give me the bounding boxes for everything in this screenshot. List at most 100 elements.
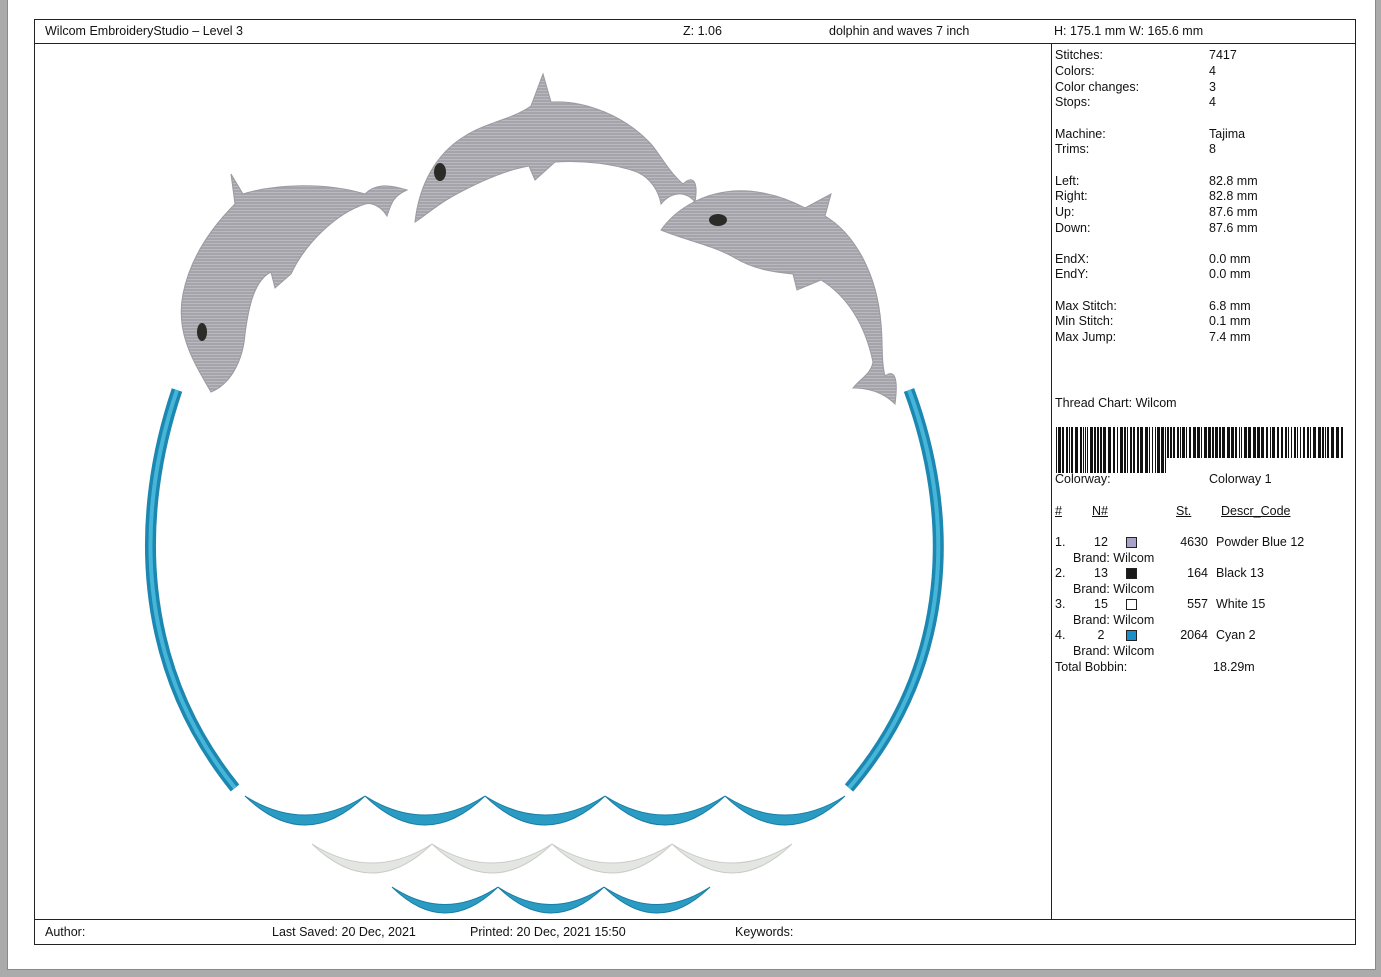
- printed-date: Printed: 20 Dec, 2021 15:50: [470, 925, 626, 939]
- thread-row: 2. 13 164 Black 13: [1055, 566, 1355, 582]
- total-bobbin-value: 18.29m: [1213, 660, 1255, 674]
- sheet-header: Wilcom EmbroideryStudio – Level 3 Z: 1.0…: [35, 20, 1355, 44]
- stat-value: 87.6 mm: [1209, 221, 1258, 235]
- col-header-n: N#: [1092, 504, 1108, 518]
- stat-label: Trims:: [1055, 142, 1090, 156]
- stat-row: Down: 87.6 mm: [1055, 221, 1355, 237]
- stat-label: Up:: [1055, 205, 1075, 219]
- stat-row: Right: 82.8 mm: [1055, 189, 1355, 205]
- stat-value: 7417: [1209, 48, 1237, 62]
- thread-stitches: 4630: [1180, 535, 1208, 549]
- design-name: dolphin and waves 7 inch: [829, 24, 970, 38]
- design-size: H: 175.1 mm W: 165.6 mm: [1054, 24, 1204, 38]
- stat-value: 0.1 mm: [1209, 314, 1251, 328]
- stat-row: Stitches: 7417: [1055, 48, 1355, 64]
- print-preview-page: Wilcom EmbroideryStudio – Level 3 Z: 1.0…: [7, 0, 1376, 970]
- stat-row: Max Jump: 7.4 mm: [1055, 330, 1355, 346]
- waves-top-row: [244, 795, 846, 826]
- thread-brand: Brand: Wilcom: [1073, 582, 1155, 596]
- stat-value: 82.8 mm: [1209, 174, 1258, 188]
- thread-color-swatch: [1126, 537, 1137, 548]
- stat-label: Down:: [1055, 221, 1091, 235]
- ring-left-arc: [144, 388, 240, 792]
- thread-stitches: 2064: [1180, 628, 1208, 642]
- embroidery-design: [144, 72, 944, 914]
- col-header-stitches: St.: [1176, 504, 1192, 518]
- thread-description: Cyan 2: [1216, 628, 1256, 642]
- author-label: Author:: [45, 925, 86, 939]
- total-bobbin-label: Total Bobbin:: [1055, 660, 1128, 674]
- stat-row: Min Stitch: 0.1 mm: [1055, 314, 1355, 330]
- thread-brand: Brand: Wilcom: [1073, 644, 1155, 658]
- keywords-label: Keywords:: [735, 925, 794, 939]
- stat-row: Machine: Tajima: [1055, 127, 1355, 143]
- thread-brand-row: Brand: Wilcom: [1055, 644, 1355, 660]
- thread-index: 3.: [1055, 597, 1066, 611]
- thread-chart-label: Thread Chart: Wilcom: [1055, 396, 1177, 410]
- stat-label: EndX:: [1055, 252, 1090, 266]
- thread-index: 2.: [1055, 566, 1066, 580]
- colorway-row: Colorway: Colorway 1: [1055, 472, 1355, 488]
- stat-value: 7.4 mm: [1209, 330, 1251, 344]
- thread-brand: Brand: Wilcom: [1073, 551, 1155, 565]
- thread-index: 1.: [1055, 535, 1066, 549]
- sheet-footer: Author: Last Saved: 20 Dec, 2021 Printed…: [35, 919, 1355, 944]
- waves-middle-row: [311, 843, 793, 874]
- thread-brand-row: Brand: Wilcom: [1055, 582, 1355, 598]
- stat-value: 4: [1209, 95, 1216, 109]
- last-saved: Last Saved: 20 Dec, 2021: [272, 925, 416, 939]
- stat-label: Stitches:: [1055, 48, 1103, 62]
- stat-row: Color changes: 3: [1055, 80, 1355, 96]
- stat-label: Max Stitch:: [1055, 299, 1117, 313]
- dolphin-middle: [414, 72, 697, 223]
- stat-row: EndY: 0.0 mm: [1055, 267, 1355, 283]
- stat-label: Color changes:: [1055, 80, 1140, 94]
- stat-label: Min Stitch:: [1055, 314, 1114, 328]
- thread-row: 1. 12 4630 Powder Blue 12: [1055, 535, 1355, 551]
- stat-label: Max Jump:: [1055, 330, 1117, 344]
- stat-row: Max Stitch: 6.8 mm: [1055, 299, 1355, 315]
- design-sheet-frame: Wilcom EmbroideryStudio – Level 3 Z: 1.0…: [34, 19, 1356, 945]
- thread-description: White 15: [1216, 597, 1266, 611]
- col-header-descr: Descr_Code: [1221, 504, 1291, 518]
- waves-bottom-row: [391, 886, 711, 914]
- ring-right-arc: [844, 388, 944, 792]
- thread-brand-row: Brand: Wilcom: [1055, 551, 1355, 567]
- thread-stitches: 164: [1187, 566, 1208, 580]
- thread-description: Powder Blue 12: [1216, 535, 1305, 549]
- stat-row: Trims: 8: [1055, 142, 1355, 158]
- stat-row: Colors: 4: [1055, 64, 1355, 80]
- stat-value: 4: [1209, 64, 1216, 78]
- total-bobbin-row: Total Bobbin: 18.29m: [1055, 660, 1355, 676]
- stat-value: 0.0 mm: [1209, 252, 1251, 266]
- stat-row: EndX: 0.0 mm: [1055, 252, 1355, 268]
- panel-divider: [1051, 44, 1052, 919]
- stat-value: Tajima: [1209, 127, 1246, 141]
- thread-number: 12: [1094, 535, 1108, 549]
- zoom-level: Z: 1.06: [683, 24, 722, 38]
- thread-color-swatch: [1126, 630, 1137, 641]
- dolphin-right-eye: [709, 214, 727, 226]
- design-canvas: [35, 44, 1051, 921]
- stat-value: 87.6 mm: [1209, 205, 1258, 219]
- stat-row: Up: 87.6 mm: [1055, 205, 1355, 221]
- thread-number: 15: [1094, 597, 1108, 611]
- stat-label: Colors:: [1055, 64, 1095, 78]
- stat-row: Left: 82.8 mm: [1055, 174, 1355, 190]
- colorway-label: Colorway:: [1055, 472, 1111, 486]
- stat-label: EndY:: [1055, 267, 1089, 281]
- design-info-panel: Stitches: 7417 Colors: 4 Color changes: 3 Stop…: [1055, 44, 1355, 921]
- thread-brand-row: Brand: Wilcom: [1055, 613, 1355, 629]
- dolphin-middle-eye: [434, 163, 446, 181]
- stat-value: 6.8 mm: [1209, 299, 1251, 313]
- stat-value: 0.0 mm: [1209, 267, 1251, 281]
- thread-color-swatch: [1126, 568, 1137, 579]
- stat-label: Left:: [1055, 174, 1080, 188]
- thread-color-swatch: [1126, 599, 1137, 610]
- thread-description: Black 13: [1216, 566, 1264, 580]
- thread-number: 13: [1094, 566, 1108, 580]
- thread-row: 4. 2 2064 Cyan 2: [1055, 628, 1355, 644]
- barcode-graphic: [1056, 427, 1343, 473]
- app-title: Wilcom EmbroideryStudio – Level 3: [45, 24, 243, 38]
- thread-brand: Brand: Wilcom: [1073, 613, 1155, 627]
